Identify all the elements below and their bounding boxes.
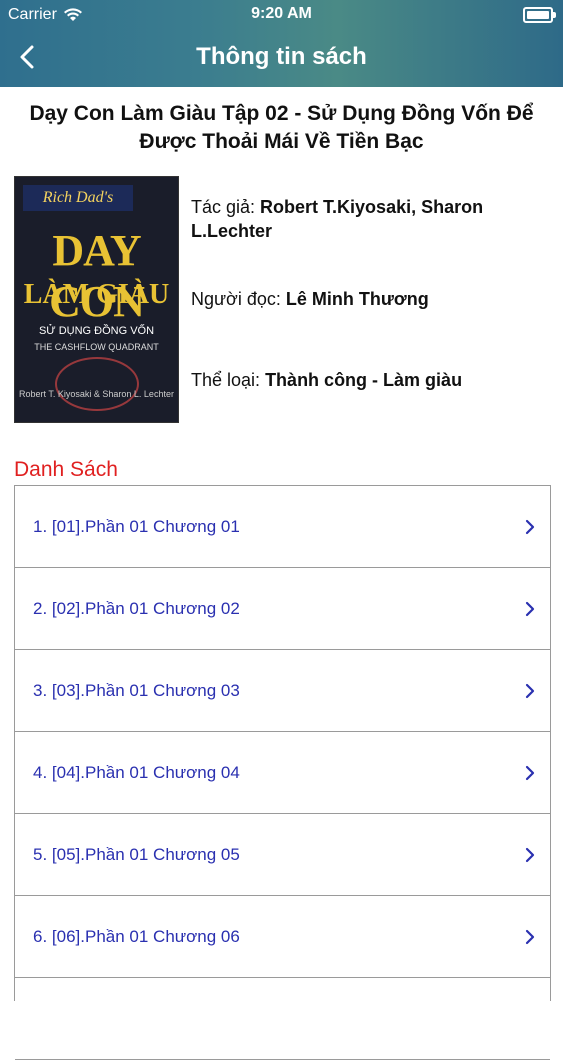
chapter-list-heading: Danh Sách — [14, 458, 118, 481]
chapter-list: 1. [01].Phần 01 Chương 01 2. [02].Phần 0… — [14, 485, 551, 1060]
chapter-list-item[interactable]: 5. [05].Phần 01 Chương 05 — [15, 814, 550, 896]
cover-english-title: THE CASHFLOW QUADRANT — [34, 342, 159, 352]
book-title: Dạy Con Làm Giàu Tập 02 - Sử Dụng Đồng V… — [29, 102, 534, 153]
genre-value: Thành công - Làm giàu — [265, 370, 463, 390]
chapter-label: 1. [01].Phần 01 Chương 01 — [33, 516, 240, 536]
chapter-label: 5. [05].Phần 01 Chương 05 — [33, 844, 240, 864]
cover-quadrant-graphic — [55, 357, 139, 411]
chapter-list-item[interactable]: 6. [06].Phần 01 Chương 06 — [15, 896, 550, 978]
chevron-right-icon — [525, 765, 535, 781]
book-cover-image: Rich Dad's DAY CON LÀM GIÀU SỬ DỤNG ĐỒNG… — [14, 176, 179, 423]
clock: 9:20 AM — [251, 5, 312, 22]
reader-value: Lê Minh Thương — [285, 289, 429, 309]
author-info: Tác giả: Robert T.Kiyosaki, Sharon L.Lec… — [191, 195, 551, 243]
chapter-list-item[interactable]: 2. [02].Phần 01 Chương 02 — [15, 568, 550, 650]
chapter-label: 6. [06].Phần 01 Chương 06 — [33, 926, 240, 946]
chevron-right-icon — [525, 929, 535, 945]
page-title: Thông tin sách — [196, 43, 367, 70]
author-label: Tác giả: — [191, 197, 256, 217]
cover-subtitle: SỬ DỤNG ĐỒNG VỐN — [38, 325, 155, 337]
chapter-list-item[interactable] — [15, 978, 550, 1060]
chevron-right-icon — [525, 683, 535, 699]
chapter-label: 2. [02].Phần 01 Chương 02 — [33, 598, 240, 618]
chapter-list-item[interactable]: 4. [04].Phần 01 Chương 04 — [15, 732, 550, 814]
chevron-right-icon — [525, 601, 535, 617]
status-bar: Carrier 9:20 AM — [0, 0, 563, 30]
reader-info: Người đọc: Lê Minh Thương — [191, 287, 551, 311]
chapter-label: 4. [04].Phần 01 Chương 04 — [33, 762, 240, 782]
chapter-label: 3. [03].Phần 01 Chương 03 — [33, 680, 240, 700]
chapter-list-item[interactable]: 1. [01].Phần 01 Chương 01 — [15, 486, 550, 568]
genre-info: Thể loại: Thành công - Làm giàu — [191, 368, 551, 392]
reader-label: Người đọc: — [191, 289, 281, 309]
chapter-list-item[interactable]: 3. [03].Phần 01 Chương 03 — [15, 650, 550, 732]
chevron-right-icon — [525, 519, 535, 535]
battery-icon — [523, 7, 556, 23]
cover-headline-2: LÀM GIÀU — [23, 279, 170, 310]
genre-label: Thể loại: — [191, 370, 261, 390]
chevron-right-icon — [525, 847, 535, 863]
cover-headline: DAY CON — [49, 226, 145, 326]
cover-brand: Rich Dad's — [23, 185, 133, 211]
cover-authors: Robert T. Kiyosaki & Sharon L. Lechter — [19, 389, 174, 399]
navigation-header: Carrier 9:20 AM Thông tin sách — [0, 0, 563, 87]
